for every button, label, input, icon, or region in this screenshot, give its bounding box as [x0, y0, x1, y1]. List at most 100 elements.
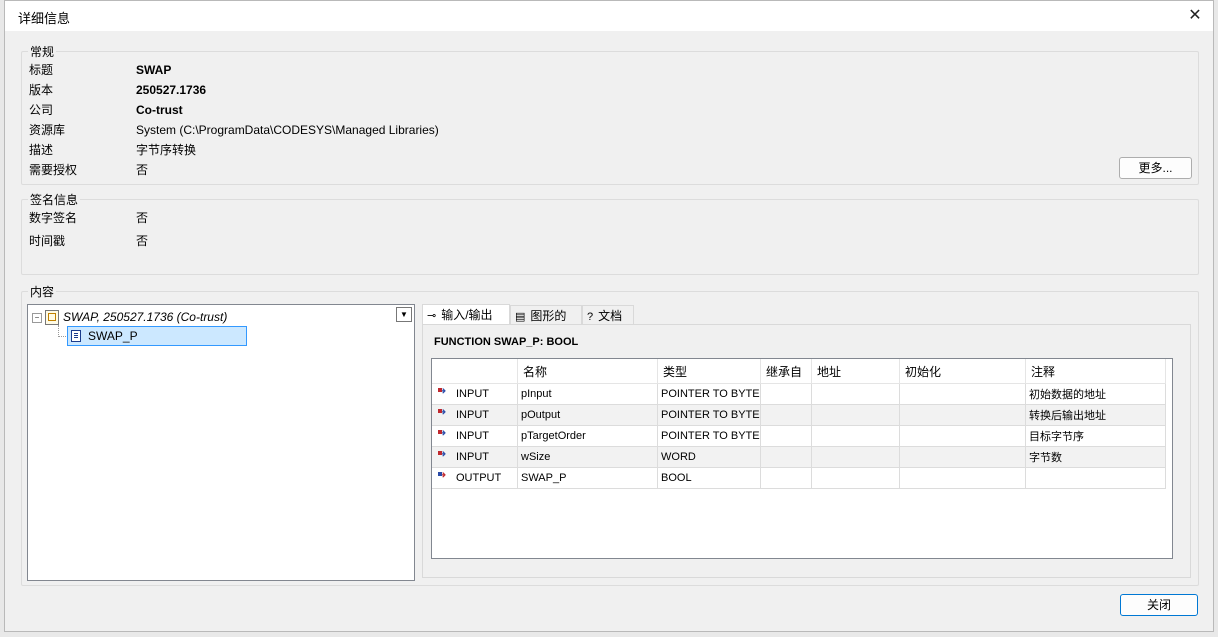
property-label: 资源库 [29, 123, 66, 137]
io-table: 名称 类型 继承自 地址 初始化 注释 INPUTpInputPOINTER T… [432, 359, 1166, 489]
var-direction: INPUT [456, 451, 489, 463]
table-row[interactable]: INPUT pOutputPOINTER TO BYTE 转换后输出地址 [432, 404, 1166, 426]
input-var-icon [438, 428, 450, 442]
background-window-edge-right [1214, 0, 1218, 637]
property-value: Co-trust [136, 103, 183, 117]
library-icon [45, 310, 59, 326]
property-label: 版本 [29, 83, 54, 97]
table-row[interactable]: INPUT wSizeWORD 字节数 [432, 446, 1166, 468]
col-header-name[interactable]: 名称 [517, 359, 658, 384]
property-label: 描述 [29, 143, 54, 157]
col-header-comment[interactable]: 注释 [1025, 359, 1166, 384]
table-cell-comment: 目标字节序 [1025, 425, 1166, 447]
tab-doc[interactable]: ? 文档 [582, 305, 634, 326]
property-value: 字节序转换 [136, 143, 197, 157]
table-cell-inherited [760, 446, 812, 468]
property-value: System (C:\ProgramData\CODESYS\Managed L… [136, 123, 439, 137]
property-value: 250527.1736 [136, 83, 207, 97]
output-var-icon [438, 470, 450, 484]
function-signature: FUNCTION SWAP_P: BOOL [434, 336, 579, 348]
chevron-down-icon[interactable]: ▼ [396, 307, 412, 322]
table-cell-address [811, 404, 900, 426]
table-cell-init [899, 425, 1026, 447]
table-cell-address [811, 383, 900, 405]
property-value: SWAP [136, 63, 172, 77]
tab-io[interactable]: ⊸ 输入/输出 [422, 304, 510, 326]
table-cell-dir: INPUT [432, 383, 518, 405]
table-cell-type: BOOL [657, 467, 761, 489]
table-cell-init [899, 383, 1026, 405]
background-window-bottom [0, 632, 1218, 637]
table-cell-dir: INPUT [432, 425, 518, 447]
signature-legend: 签名信息 [28, 191, 81, 208]
library-tree[interactable]: − SWAP, 250527.1736 (Co-trust) ▼ SWAP_P [27, 304, 415, 581]
close-button[interactable]: 关闭 [1120, 594, 1198, 616]
property-value: 否 [136, 234, 149, 248]
table-cell-inherited [760, 383, 812, 405]
content-legend: 内容 [28, 283, 57, 300]
tree-root-label: SWAP, 250527.1736 (Co-trust) [63, 310, 228, 324]
table-cell-name: pTargetOrder [517, 425, 658, 447]
table-cell-type: POINTER TO BYTE [657, 425, 761, 447]
table-cell-comment: 字节数 [1025, 446, 1166, 468]
details-dialog: 详细信息 ✕ 常规 标题 SWAP 版本 250527.1736 公司 Co-trust 资… [4, 0, 1214, 632]
dialog-title: 详细信息 [18, 11, 71, 26]
property-label: 标题 [29, 63, 54, 77]
table-cell-address [811, 425, 900, 447]
col-header-direction[interactable] [432, 359, 518, 384]
close-icon[interactable]: ✕ [1185, 6, 1205, 26]
input-var-icon [438, 449, 450, 463]
table-cell-name: pOutput [517, 404, 658, 426]
col-header-inherited[interactable]: 继承自 [760, 359, 812, 384]
table-cell-init [899, 404, 1026, 426]
table-cell-address [811, 467, 900, 489]
collapse-icon[interactable]: − [32, 312, 42, 323]
table-row[interactable]: INPUT pInputPOINTER TO BYTE 初始数据的地址 [432, 383, 1166, 405]
table-row[interactable]: OUTPUT SWAP_PBOOL [432, 467, 1166, 489]
var-direction: OUTPUT [456, 472, 502, 484]
table-cell-comment [1025, 467, 1166, 489]
table-cell-type: WORD [657, 446, 761, 468]
title-bar: 详细信息 ✕ [5, 1, 1213, 31]
property-value: 否 [136, 163, 149, 177]
tab-io-label: 输入/输出 [441, 308, 493, 322]
col-header-type[interactable]: 类型 [657, 359, 761, 384]
tab-graphic[interactable]: ▤ 图形的 [510, 305, 582, 326]
table-cell-inherited [760, 425, 812, 447]
more-button[interactable]: 更多... [1119, 157, 1192, 179]
table-cell-address [811, 446, 900, 468]
table-header-row: 名称 类型 继承自 地址 初始化 注释 [432, 359, 1166, 384]
property-label: 时间戳 [29, 234, 66, 248]
property-label: 需要授权 [29, 163, 78, 177]
tree-child-label: SWAP_P [88, 329, 138, 343]
io-table-container: 名称 类型 继承自 地址 初始化 注释 INPUTpInputPOINTER T… [431, 358, 1173, 559]
table-cell-type: POINTER TO BYTE [657, 404, 761, 426]
tab-doc-label: 文档 [598, 309, 623, 323]
function-pou-icon [71, 330, 81, 342]
input-var-icon [438, 386, 450, 400]
table-cell-name: pInput [517, 383, 658, 405]
var-direction: INPUT [456, 388, 489, 400]
table-cell-init [899, 467, 1026, 489]
table-cell-type: POINTER TO BYTE [657, 383, 761, 405]
table-cell-dir: INPUT [432, 404, 518, 426]
table-cell-dir: INPUT [432, 446, 518, 468]
table-cell-comment: 转换后输出地址 [1025, 404, 1166, 426]
col-header-init[interactable]: 初始化 [899, 359, 1026, 384]
var-direction: INPUT [456, 409, 489, 421]
table-row[interactable]: INPUT pTargetOrderPOINTER TO BYTE 目标字节序 [432, 425, 1166, 447]
property-label: 数字签名 [29, 211, 78, 225]
table-cell-name: wSize [517, 446, 658, 468]
table-cell-inherited [760, 404, 812, 426]
table-cell-comment: 初始数据的地址 [1025, 383, 1166, 405]
col-header-address[interactable]: 地址 [811, 359, 900, 384]
tree-item-swap-p[interactable]: SWAP_P [67, 326, 247, 346]
tree-root-item[interactable]: − SWAP, 250527.1736 (Co-trust) [32, 308, 227, 326]
io-connector-icon: ⊸ [427, 310, 437, 322]
table-cell-init [899, 446, 1026, 468]
property-value: 否 [136, 211, 149, 225]
general-legend: 常规 [28, 43, 57, 60]
table-cell-inherited [760, 467, 812, 489]
input-var-icon [438, 407, 450, 421]
tree-guide-line-horizontal [58, 336, 66, 337]
